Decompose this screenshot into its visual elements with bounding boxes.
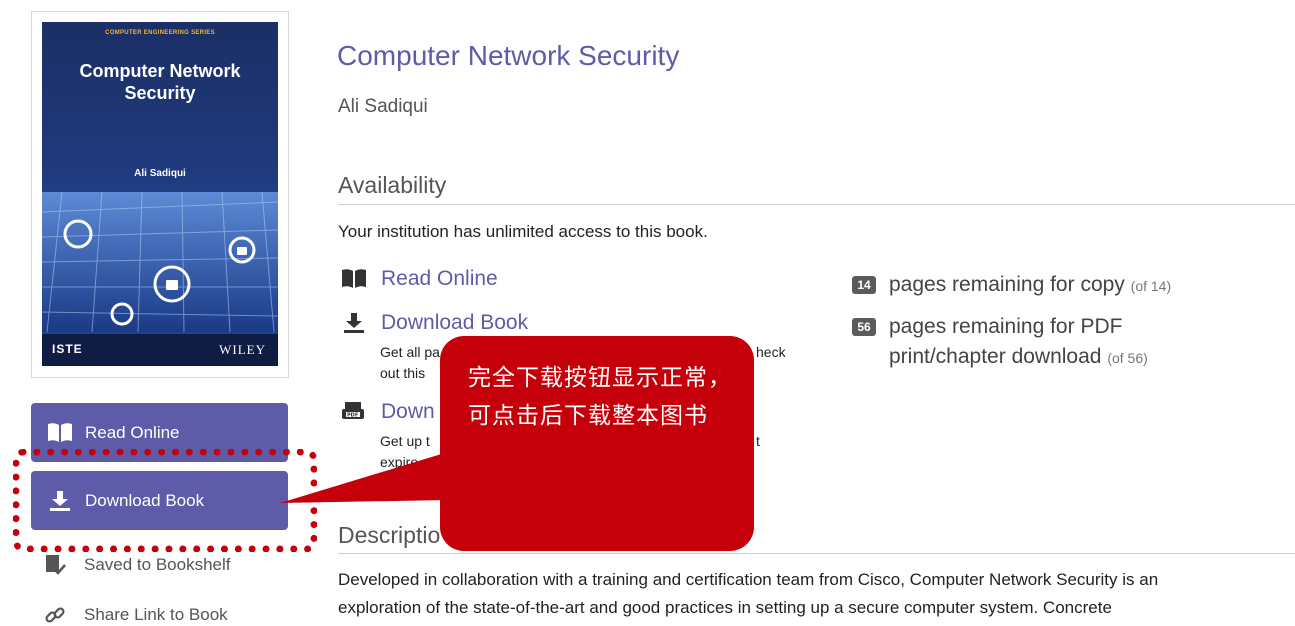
description-divider xyxy=(338,553,1295,554)
pdf-desc-line1: Get up t xyxy=(380,433,430,449)
annotation-text: 完全下载按钮显示正常，可点击后下载整本图书 xyxy=(468,364,732,428)
copy-pages-counter: 14 pages remaining for copy (of 14) xyxy=(852,270,1171,301)
download-book-link-label: Download Book xyxy=(381,311,529,334)
availability-heading: Availability xyxy=(338,172,447,198)
annotation-callout: 完全下载按钮显示正常，可点击后下载整本图书 xyxy=(440,336,754,551)
book-open-icon xyxy=(341,267,367,291)
bookshelf-check-icon xyxy=(44,554,70,576)
pdf-count-text-line2: print/chapter download xyxy=(889,345,1102,368)
book-author: Ali Sadiqui xyxy=(338,96,428,117)
cover-title-line1: Computer Network xyxy=(79,61,241,81)
pdf-download-link-label: Down xyxy=(381,400,435,423)
saved-to-bookshelf-label: Saved to Bookshelf xyxy=(84,555,231,574)
download-desc-line2: out this xyxy=(380,365,426,381)
share-link-label: Share Link to Book xyxy=(84,605,228,624)
cover-author: Ali Sadiqui xyxy=(134,168,186,179)
download-desc-line1-end: heck xyxy=(756,344,786,360)
pdf-download-description: Get up t t expire xyxy=(380,431,760,473)
svg-text:PDF: PDF xyxy=(347,413,358,419)
pdf-count-of: (of 56) xyxy=(1107,350,1148,366)
download-icon xyxy=(341,311,367,335)
description-heading: Descriptio xyxy=(338,522,441,548)
copy-count-of: (of 14) xyxy=(1130,278,1172,294)
cover-network-art xyxy=(42,192,278,332)
saved-to-bookshelf-button[interactable]: Saved to Bookshelf xyxy=(44,554,230,576)
download-book-link[interactable]: Download Book xyxy=(341,311,528,335)
download-button-highlight xyxy=(13,449,317,552)
copy-count-text: pages remaining for copy xyxy=(889,273,1125,296)
download-desc-line1: Get all pa xyxy=(380,344,440,360)
cover-title-line2: Security xyxy=(124,83,196,103)
book-cover: COMPUTER ENGINEERING SERIES Computer Net… xyxy=(42,22,278,366)
book-title: Computer Network Security xyxy=(337,40,680,71)
availability-divider xyxy=(338,204,1295,205)
copy-count-badge: 14 xyxy=(852,276,876,294)
pdf-desc-line2: expire xyxy=(380,454,419,470)
cover-series: COMPUTER ENGINEERING SERIES xyxy=(105,30,215,36)
read-online-link[interactable]: Read Online xyxy=(341,267,498,291)
cover-footer: ISTE WILEY xyxy=(42,334,278,366)
access-text: Your institution has unlimited access to… xyxy=(338,222,708,241)
cover-title: Computer Network Security xyxy=(42,60,278,104)
book-open-icon xyxy=(47,422,73,444)
description-text: Developed in collaboration with a traini… xyxy=(338,566,1288,622)
pdf-count-text-line1: pages remaining for PDF xyxy=(889,315,1123,338)
read-online-label: Read Online xyxy=(85,422,180,442)
read-online-link-label: Read Online xyxy=(381,267,498,290)
pdf-desc-line1-end: t xyxy=(756,433,760,449)
publisher-wiley: WILEY xyxy=(219,342,266,357)
description-line1: Developed in collaboration with a traini… xyxy=(338,570,1159,589)
pdf-icon: PDF xyxy=(341,400,367,424)
pdf-download-link[interactable]: PDF Down xyxy=(341,400,435,424)
description-line2: exploration of the state-of-the-art and … xyxy=(338,598,1112,617)
download-book-description: Get all pa heck out this xyxy=(380,342,786,384)
publisher-iste: ISTE xyxy=(52,342,83,356)
pdf-count-badge: 56 xyxy=(852,318,876,336)
pdf-pages-counter: 56 pages remaining for PDF print/chapter… xyxy=(852,312,1148,373)
